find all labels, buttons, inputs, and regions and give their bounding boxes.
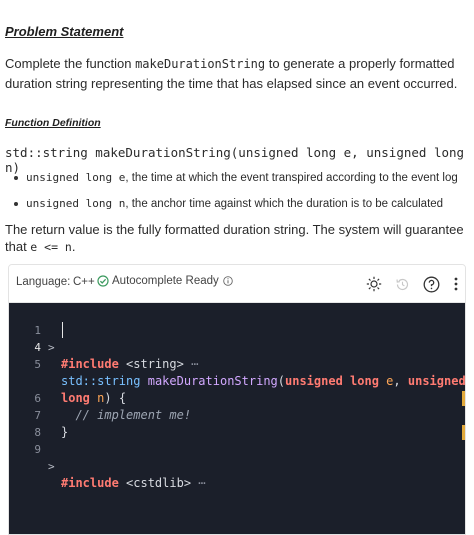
autocomplete-status[interactable]: Autocomplete Ready	[97, 275, 236, 287]
code-line: 9 > #include <cstdlib> ⋯	[9, 424, 465, 490]
list-item: unsigned long n, the anchor time against…	[12, 196, 467, 222]
more-icon[interactable]	[449, 274, 463, 294]
info-icon[interactable]	[223, 276, 233, 286]
param-code: unsigned long n	[26, 197, 126, 210]
return-text-b: .	[71, 239, 76, 254]
param-description: , the time at which the event transpired…	[125, 172, 458, 184]
return-description: The return value is the fully formatted …	[5, 221, 469, 256]
editor-toolbar: Language: C++ Autocomplete Ready	[9, 265, 465, 303]
history-icon[interactable]	[392, 274, 412, 294]
param-code: unsigned long e	[26, 171, 126, 184]
line-number: 9	[34, 443, 41, 456]
fold-ellipsis-icon[interactable]: ⋯	[198, 476, 205, 490]
function-definition-title: Function Definition	[5, 117, 101, 129]
intro-text-a: Complete the function	[5, 56, 136, 71]
return-code: e <= n	[30, 240, 72, 254]
fold-chevron-icon[interactable]: >	[48, 458, 55, 475]
code-editor: Language: C++ Autocomplete Ready 1 > #in…	[8, 264, 466, 535]
include-header: <cstdlib>	[126, 476, 192, 490]
autocomplete-label: Autocomplete Ready	[112, 275, 219, 287]
code-content: #include <cstdlib> ⋯	[61, 475, 206, 492]
intro-function-name: makeDurationString	[135, 57, 266, 71]
help-icon[interactable]	[421, 274, 441, 294]
settings-sun-icon[interactable]	[364, 274, 384, 294]
language-select[interactable]: C++	[73, 276, 95, 288]
problem-statement-title: Problem Statement	[5, 24, 124, 39]
gutter-marker	[462, 425, 465, 440]
check-circle-icon	[97, 275, 109, 287]
list-item: unsigned long e, the time at which the e…	[12, 170, 467, 196]
language-label: Language:	[16, 276, 71, 288]
include-keyword: #include	[61, 476, 119, 490]
code-line: 5 std::string makeDurationString(unsigne…	[9, 339, 465, 388]
problem-intro: Complete the function makeDurationString…	[5, 54, 469, 93]
param-description: , the anchor time against which the dura…	[125, 198, 444, 210]
code-line: 6 // implement me!	[9, 373, 465, 422]
code-line: long n) {	[9, 356, 465, 405]
param-list: unsigned long e, the time at which the e…	[12, 170, 467, 222]
code-line: 7 }	[9, 390, 465, 439]
text-cursor	[62, 322, 63, 338]
code-line: 1 > #include <string> ⋯	[9, 305, 465, 371]
code-line: 4	[9, 322, 465, 354]
code-area[interactable]: 1 > #include <string> ⋯ 4 5 std::string …	[9, 303, 465, 534]
code-line: 8	[9, 407, 465, 439]
